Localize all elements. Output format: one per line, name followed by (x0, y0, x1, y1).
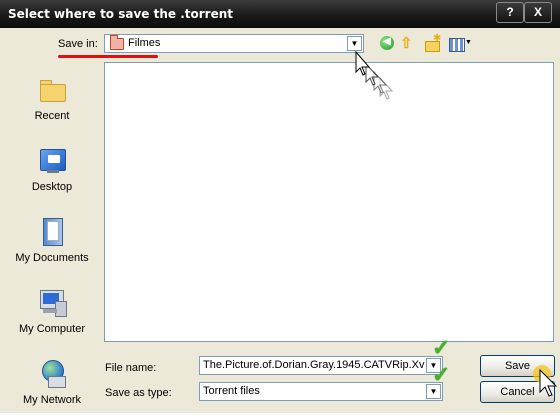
desktop-icon (38, 145, 68, 175)
place-my-documents[interactable]: My Documents (4, 210, 100, 276)
place-label: My Network (22, 394, 82, 406)
place-my-computer[interactable]: My Computer (4, 281, 100, 347)
cursor-icon (533, 365, 558, 397)
checkmark-icon: ✓ (432, 335, 451, 360)
new-folder-icon[interactable]: ✱ (424, 33, 441, 52)
place-label: My Documents (15, 252, 89, 264)
help-button[interactable]: ? (496, 2, 524, 23)
save-in-dropdown[interactable]: Filmes ▼ (104, 34, 364, 53)
save-in-value: Filmes (128, 37, 161, 49)
places-bar: Recent Desktop My Documents My Computer … (4, 62, 100, 407)
window-title: Select where to save the .torrent (8, 7, 233, 21)
place-my-network[interactable]: My Network (4, 352, 100, 418)
my-documents-icon (38, 216, 68, 246)
save-in-label: Save in: (58, 38, 98, 50)
file-name-label: File name: (105, 362, 157, 374)
close-button[interactable]: X (524, 2, 552, 23)
file-name-value: The.Picture.of.Dorian.Gray.1945.CATVRip.… (203, 359, 425, 371)
save-as-type-dropdown[interactable]: Torrent files ▼ (199, 382, 443, 401)
place-label: Desktop (31, 181, 73, 193)
my-computer-icon (38, 287, 68, 317)
place-label: Recent (34, 110, 70, 122)
highlight-underline (58, 55, 158, 58)
place-recent[interactable]: Recent (4, 68, 100, 134)
file-name-field[interactable]: The.Picture.of.Dorian.Gray.1945.CATVRip.… (199, 356, 443, 375)
place-desktop[interactable]: Desktop (4, 139, 100, 205)
view-menu-icon[interactable]: ▼ (449, 36, 472, 52)
recent-folder-icon (38, 74, 68, 104)
place-label: My Computer (18, 323, 86, 335)
file-list[interactable] (104, 62, 554, 342)
save-as-type-value: Torrent files (203, 385, 260, 397)
save-as-type-label: Save as type: (105, 387, 172, 399)
title-bar: Select where to save the .torrent ? X (0, 0, 560, 28)
my-network-icon (38, 358, 68, 388)
cursor-trail-icon (355, 50, 394, 100)
checkmark-icon: ✓ (432, 362, 451, 387)
folder-icon (110, 35, 124, 50)
up-folder-icon[interactable]: ⇧ (400, 36, 416, 52)
